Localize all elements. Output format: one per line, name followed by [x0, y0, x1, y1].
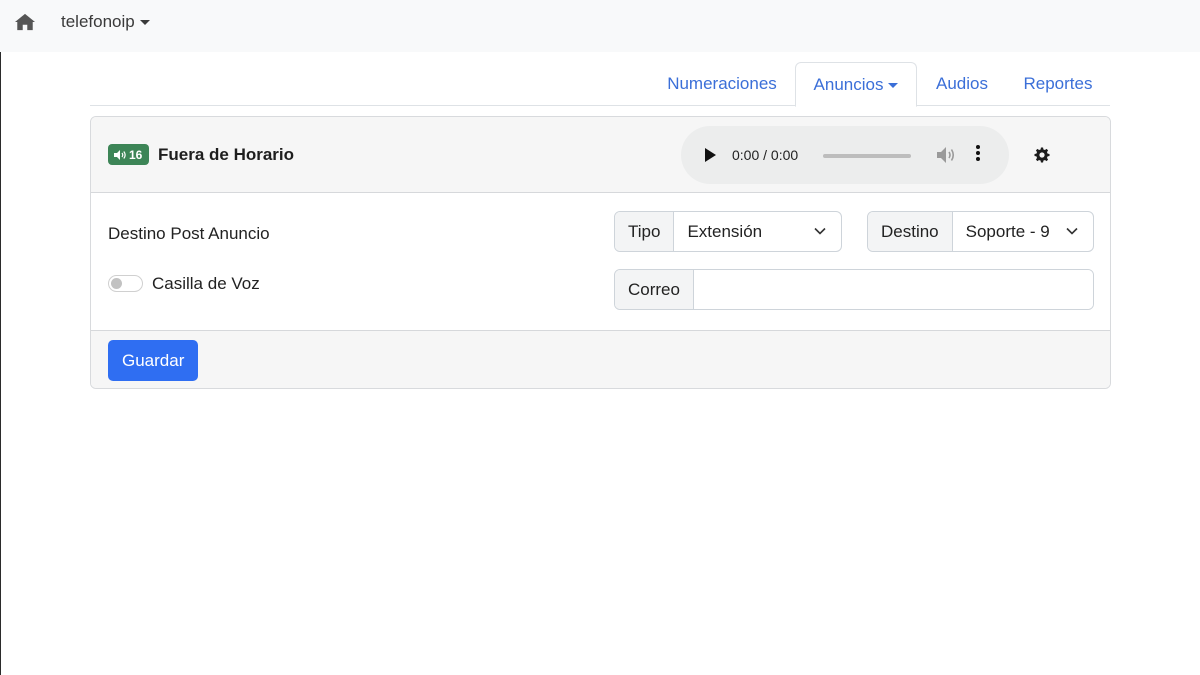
player-time: 0:00 / 0:00: [732, 147, 799, 163]
home-icon[interactable]: [14, 12, 36, 32]
tipo-addon: Tipo: [615, 212, 675, 251]
badge-count: 16: [129, 147, 143, 162]
caret-down-icon: [888, 82, 899, 88]
brand-dropdown[interactable]: telefonoip: [61, 12, 150, 32]
tab-anuncios[interactable]: Anuncios: [795, 62, 917, 107]
announcement-card: 16 Fuera de Horario 0:00 / 0:00 Destino …: [90, 116, 1111, 389]
top-navbar: telefonoip: [0, 0, 1200, 52]
chevron-down-icon: [814, 227, 826, 235]
destino-select[interactable]: Soporte - 9: [953, 212, 1093, 251]
count-badge: 16: [108, 144, 150, 165]
nav-tabs: Numeraciones Anuncios Audios Reportes: [90, 62, 1110, 107]
correo-input[interactable]: [693, 270, 1093, 309]
window-edge: [0, 0, 1, 675]
tab-audios[interactable]: Audios: [927, 62, 997, 106]
tab-label: Numeraciones: [667, 74, 777, 93]
destino-post-anuncio-label: Destino Post Anuncio: [108, 224, 270, 243]
correo-input-group: Correo: [614, 269, 1094, 310]
play-icon[interactable]: [705, 148, 716, 162]
tipo-value: Extensión: [687, 221, 763, 241]
toggle-knob: [111, 278, 122, 289]
volume-icon: [114, 149, 126, 160]
tab-label: Anuncios: [813, 74, 884, 94]
gear-icon[interactable]: [1033, 146, 1051, 164]
card-footer: Guardar: [91, 330, 1110, 388]
destino-value: Soporte - 9: [965, 221, 1050, 241]
tipo-select[interactable]: Extensión: [674, 212, 841, 251]
card-header: 16 Fuera de Horario 0:00 / 0:00: [91, 117, 1110, 193]
guardar-button[interactable]: Guardar: [108, 340, 199, 381]
casilla-de-voz-label: Casilla de Voz: [152, 274, 260, 293]
casilla-de-voz-toggle[interactable]: [108, 275, 143, 292]
tab-label: Audios: [936, 74, 988, 93]
more-options-icon[interactable]: [974, 145, 982, 165]
player-progress-bar[interactable]: [823, 154, 911, 158]
chevron-down-icon: [1066, 227, 1078, 235]
destino-select-group: Destino Soporte - 9: [867, 211, 1094, 252]
tab-reportes[interactable]: Reportes: [1015, 62, 1101, 106]
tab-label: Reportes: [1023, 74, 1093, 93]
tab-numeraciones[interactable]: Numeraciones: [660, 62, 784, 106]
caret-down-icon: [139, 20, 150, 25]
correo-addon: Correo: [615, 270, 694, 309]
tipo-select-group: Tipo Extensión: [614, 211, 842, 252]
destino-addon: Destino: [868, 212, 953, 251]
mute-icon[interactable]: [936, 146, 956, 164]
audio-player[interactable]: 0:00 / 0:00: [681, 126, 1009, 184]
card-title: Fuera de Horario: [158, 145, 295, 164]
brand-label: telefonoip: [61, 12, 135, 31]
